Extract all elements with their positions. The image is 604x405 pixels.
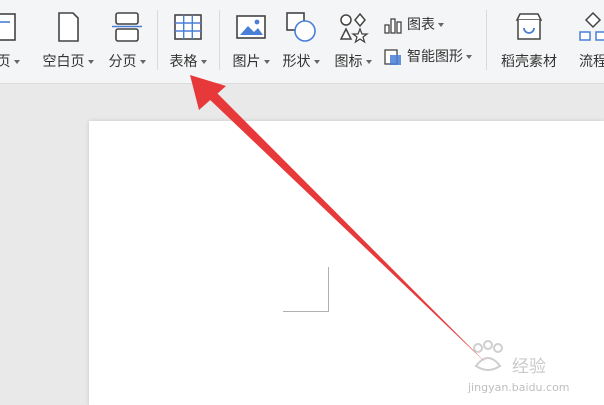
smartart-label: 智能图形 <box>407 49 463 65</box>
cover-page-button[interactable]: 页 <box>0 10 30 76</box>
chart-button[interactable]: 图表 <box>383 14 444 36</box>
chevron-down-icon <box>139 60 146 64</box>
flowchart-label: 流程 <box>579 54 604 70</box>
page-break-label: 分页 <box>108 54 137 70</box>
separator <box>157 10 158 70</box>
cover-page-label: 页 <box>0 54 11 70</box>
paw-icon <box>473 340 503 371</box>
picture-label: 图片 <box>232 54 261 70</box>
page-break-button[interactable]: 分页 <box>104 10 150 76</box>
chart-label: 图表 <box>407 17 435 33</box>
watermark-logo-text: 经验 <box>512 357 546 377</box>
docer-material-button[interactable]: 稻壳素材 <box>494 10 564 76</box>
separator <box>219 10 220 70</box>
table-icon <box>174 14 202 40</box>
watermark-url: jingyan.baidu.com <box>468 381 570 394</box>
shape-button[interactable]: 形状 <box>278 10 324 76</box>
chevron-down-icon <box>313 60 320 64</box>
chevron-down-icon <box>13 60 20 64</box>
margin-corner-mark <box>283 267 329 312</box>
shape-label: 形状 <box>282 54 311 70</box>
chevron-down-icon <box>87 60 94 64</box>
chevron-down-icon <box>466 55 472 59</box>
icons-label: 图标 <box>334 54 363 70</box>
smartart-icon <box>384 49 401 65</box>
page-icon <box>0 13 16 41</box>
chevron-down-icon <box>263 60 270 64</box>
icons-icon <box>339 12 369 44</box>
separator <box>486 10 487 70</box>
flowchart-icon <box>579 11 604 41</box>
table-button[interactable]: 表格 <box>165 10 211 76</box>
chart-icon <box>384 18 402 34</box>
watermark-logo: 经验 <box>468 340 598 380</box>
chevron-down-icon <box>365 60 372 64</box>
blank-page-label: 空白页 <box>42 54 85 70</box>
docer-material-icon <box>515 13 543 40</box>
smartart-button[interactable]: 智能图形 <box>383 46 472 68</box>
page-break-icon <box>112 12 142 42</box>
chevron-down-icon <box>200 60 207 64</box>
table-label: 表格 <box>169 54 198 70</box>
blank-page-icon <box>58 12 79 42</box>
chevron-down-icon <box>438 23 444 27</box>
watermark: 经验 jingyan.baidu.com <box>468 340 604 400</box>
flowchart-button[interactable]: 流程 <box>570 10 604 76</box>
picture-icon <box>236 15 266 39</box>
ribbon-toolbar: 页 空白页 分页 表格 图片 形状 图标 图表 智能图形 稻壳素材 流程 <box>0 0 604 84</box>
icons-button[interactable]: 图标 <box>330 10 376 76</box>
blank-page-button[interactable]: 空白页 <box>38 10 98 76</box>
shape-icon <box>286 12 316 42</box>
docer-material-label: 稻壳素材 <box>501 54 557 70</box>
picture-button[interactable]: 图片 <box>228 10 274 76</box>
